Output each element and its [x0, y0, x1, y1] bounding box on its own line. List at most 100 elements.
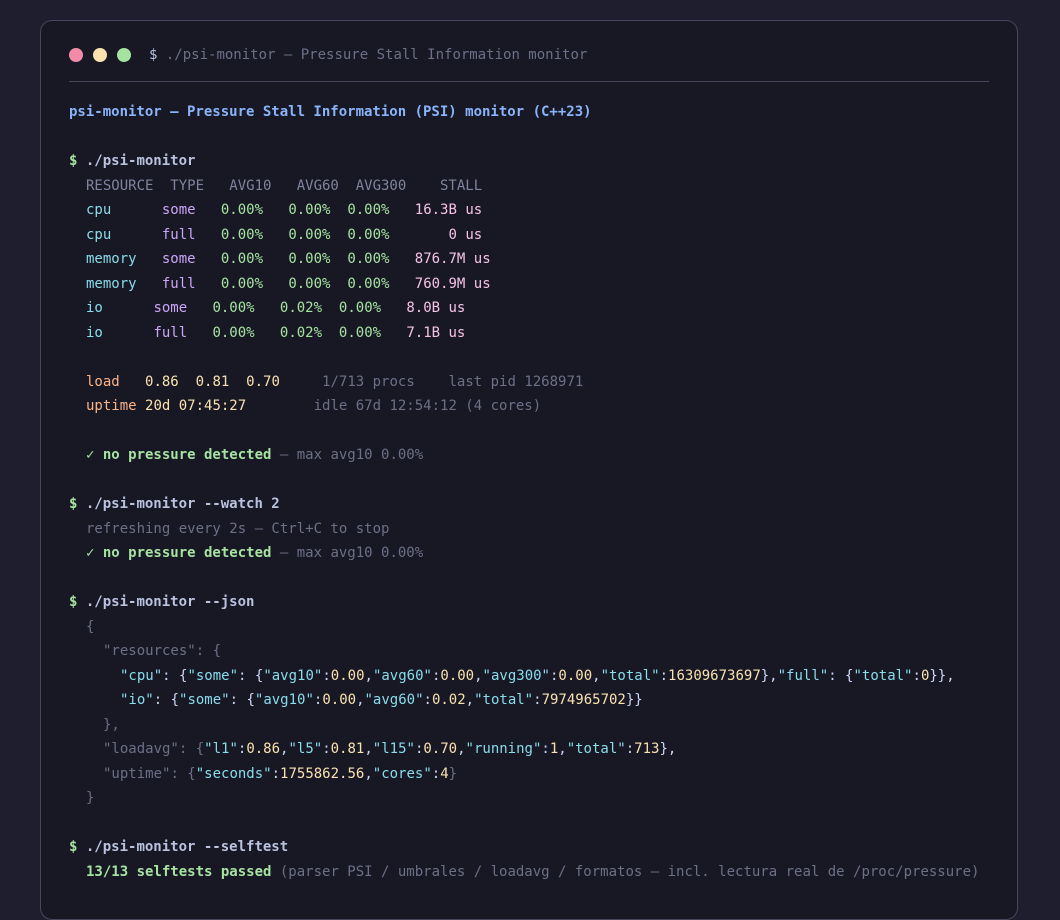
psi-cell-resource: memory [86, 251, 162, 267]
refresh-note: refreshing every 2s — Ctrl+C to stop [86, 520, 390, 537]
window-title: $ ./psi-monitor — Pressure Stall Informa… [149, 47, 588, 63]
psi-cell-avg300: 0.00% [347, 251, 415, 267]
psi-cell-resource: memory [86, 275, 162, 292]
psi-cell-type: full [161, 275, 221, 292]
psi-cell-avg60: 0.02% [279, 324, 339, 341]
title-bar: $ ./psi-monitor — Pressure Stall Informa… [69, 21, 989, 82]
json-token: , [465, 692, 475, 708]
header-line: psi-monitor — Pressure Stall Information… [69, 104, 592, 120]
json-token: 1 [549, 741, 559, 757]
json-token: 16309673697 [668, 667, 761, 684]
json-token: : [533, 692, 542, 708]
psi-table-row: memory full 0.00% 0.00% 0.00% 760.9M us [69, 272, 989, 297]
json-token: "total" [474, 692, 534, 708]
psi-cell-avg300: 0.00% [347, 275, 415, 292]
psi-cell-avg60: 0.00% [288, 202, 348, 218]
psi-cell-avg10: 0.00% [220, 226, 289, 243]
uptime-line: uptime 20d 07:45:27 idle 67d 12:54:12 (4… [86, 398, 542, 414]
psi-cell-avg10: 0.00% [212, 324, 280, 341]
json-io-line: "io": {"some": {"avg10":0.00,"avg60":0.0… [69, 688, 989, 713]
json-token: : { [828, 667, 854, 684]
psi-table-row: cpu some 0.00% 0.00% 0.00% 16.3B us [69, 198, 989, 223]
json-token: "running" [465, 741, 542, 757]
json-token: , [364, 765, 373, 782]
json-token: : [423, 692, 432, 708]
psi-cell-resource: io [86, 300, 154, 316]
psi-cell-avg300: 0.00% [338, 324, 407, 341]
json-token: : [541, 741, 550, 757]
minimize-window-dot[interactable] [93, 48, 107, 62]
status-line: ✓ no pressure detected — max avg10 0.00% [86, 447, 424, 463]
command-line: $ ./psi-monitor --selftest [69, 839, 289, 855]
psi-table-row: memory some 0.00% 0.00% 0.00% 876.7M us [69, 247, 989, 272]
psi-cell-resource: cpu [86, 202, 162, 218]
command-line: $ ./psi-monitor --json [69, 594, 255, 610]
json-token: , [364, 667, 373, 684]
psi-cell-resource: io [86, 324, 154, 341]
json-token: , [592, 667, 601, 684]
json-token: }, [659, 741, 677, 757]
psi-table-row: io some 0.00% 0.02% 0.00% 8.0B us [69, 296, 989, 321]
json-token: 0.02 [431, 692, 466, 708]
json-token: : [322, 667, 331, 684]
json-token: "l5" [288, 741, 323, 757]
psi-cell-stall: 16.3B us [414, 202, 483, 218]
json-token: 1755862.56 [280, 765, 365, 782]
psi-cell-avg60: 0.00% [288, 226, 348, 243]
json-token: }}, [929, 667, 955, 684]
json-token: "total" [853, 667, 913, 684]
psi-cell-resource: cpu [86, 226, 162, 243]
json-token: "cpu" [120, 667, 163, 684]
json-loadavg-line: "loadavg": {"l1":0.86,"l5":0.81,"l15":0.… [69, 737, 989, 762]
json-token: 0.00 [440, 667, 475, 684]
load-line: load 0.86 0.81 0.70 1/713 procs last pid… [86, 373, 584, 390]
json-token: 0.00 [558, 667, 593, 684]
json-token: : { [178, 741, 205, 757]
psi-cell-avg10: 0.00% [212, 300, 280, 316]
json-token: 0.81 [330, 741, 365, 757]
json-token: : [431, 765, 441, 782]
json-token: }, [760, 667, 778, 684]
json-token: "some" [179, 692, 230, 708]
json-token: : { [229, 692, 255, 708]
json-token: } [448, 765, 458, 782]
json-token: , [364, 741, 373, 757]
terminal-window: $ ./psi-monitor — Pressure Stall Informa… [40, 20, 1018, 920]
json-token: , [474, 667, 483, 684]
psi-cell-type: some [161, 251, 221, 267]
psi-cell-type: full [161, 226, 221, 243]
json-token: 0.70 [423, 741, 458, 757]
json-token: "total" [600, 667, 660, 684]
json-token: , [356, 692, 365, 708]
check-icon: ✓ [86, 545, 103, 561]
json-token: "seconds" [195, 765, 272, 782]
json-token: : [271, 765, 281, 782]
psi-table: cpu some 0.00% 0.00% 0.00% 16.3B us cpu f… [69, 198, 989, 345]
json-token: "l1" [204, 741, 238, 757]
json-uptime-line: "uptime": {"seconds":1755862.56,"cores":… [69, 762, 989, 787]
psi-cell-type: some [161, 202, 221, 218]
json-token: "full" [777, 667, 829, 684]
psi-cell-avg300: 0.00% [338, 300, 407, 316]
json-cpu-line: "cpu": {"some": {"avg10":0.00,"avg60":0.… [69, 664, 989, 689]
json-token: 0.00 [330, 667, 365, 684]
check-icon: ✓ [86, 447, 103, 463]
status-line: ✓ no pressure detected — max avg10 0.00% [86, 545, 424, 561]
json-token: "avg10" [263, 667, 323, 684]
psi-cell-type: full [153, 324, 213, 341]
psi-cell-avg60: 0.00% [288, 275, 348, 292]
json-close-brace: } [86, 790, 95, 806]
json-token: : { [153, 692, 180, 708]
table-header: RESOURCE TYPE AVG10 AVG60 AVG300 STALL [86, 177, 483, 194]
json-token: 0.00 [322, 692, 357, 708]
psi-cell-stall: 0 us [448, 226, 483, 243]
maximize-window-dot[interactable] [117, 48, 131, 62]
terminal-output[interactable]: psi-monitor — Pressure Stall Information… [69, 100, 989, 884]
command-line: $ ./psi-monitor [69, 153, 196, 169]
json-token: "io" [120, 692, 154, 708]
close-window-dot[interactable] [69, 48, 83, 62]
json-token: "avg300" [482, 667, 550, 684]
